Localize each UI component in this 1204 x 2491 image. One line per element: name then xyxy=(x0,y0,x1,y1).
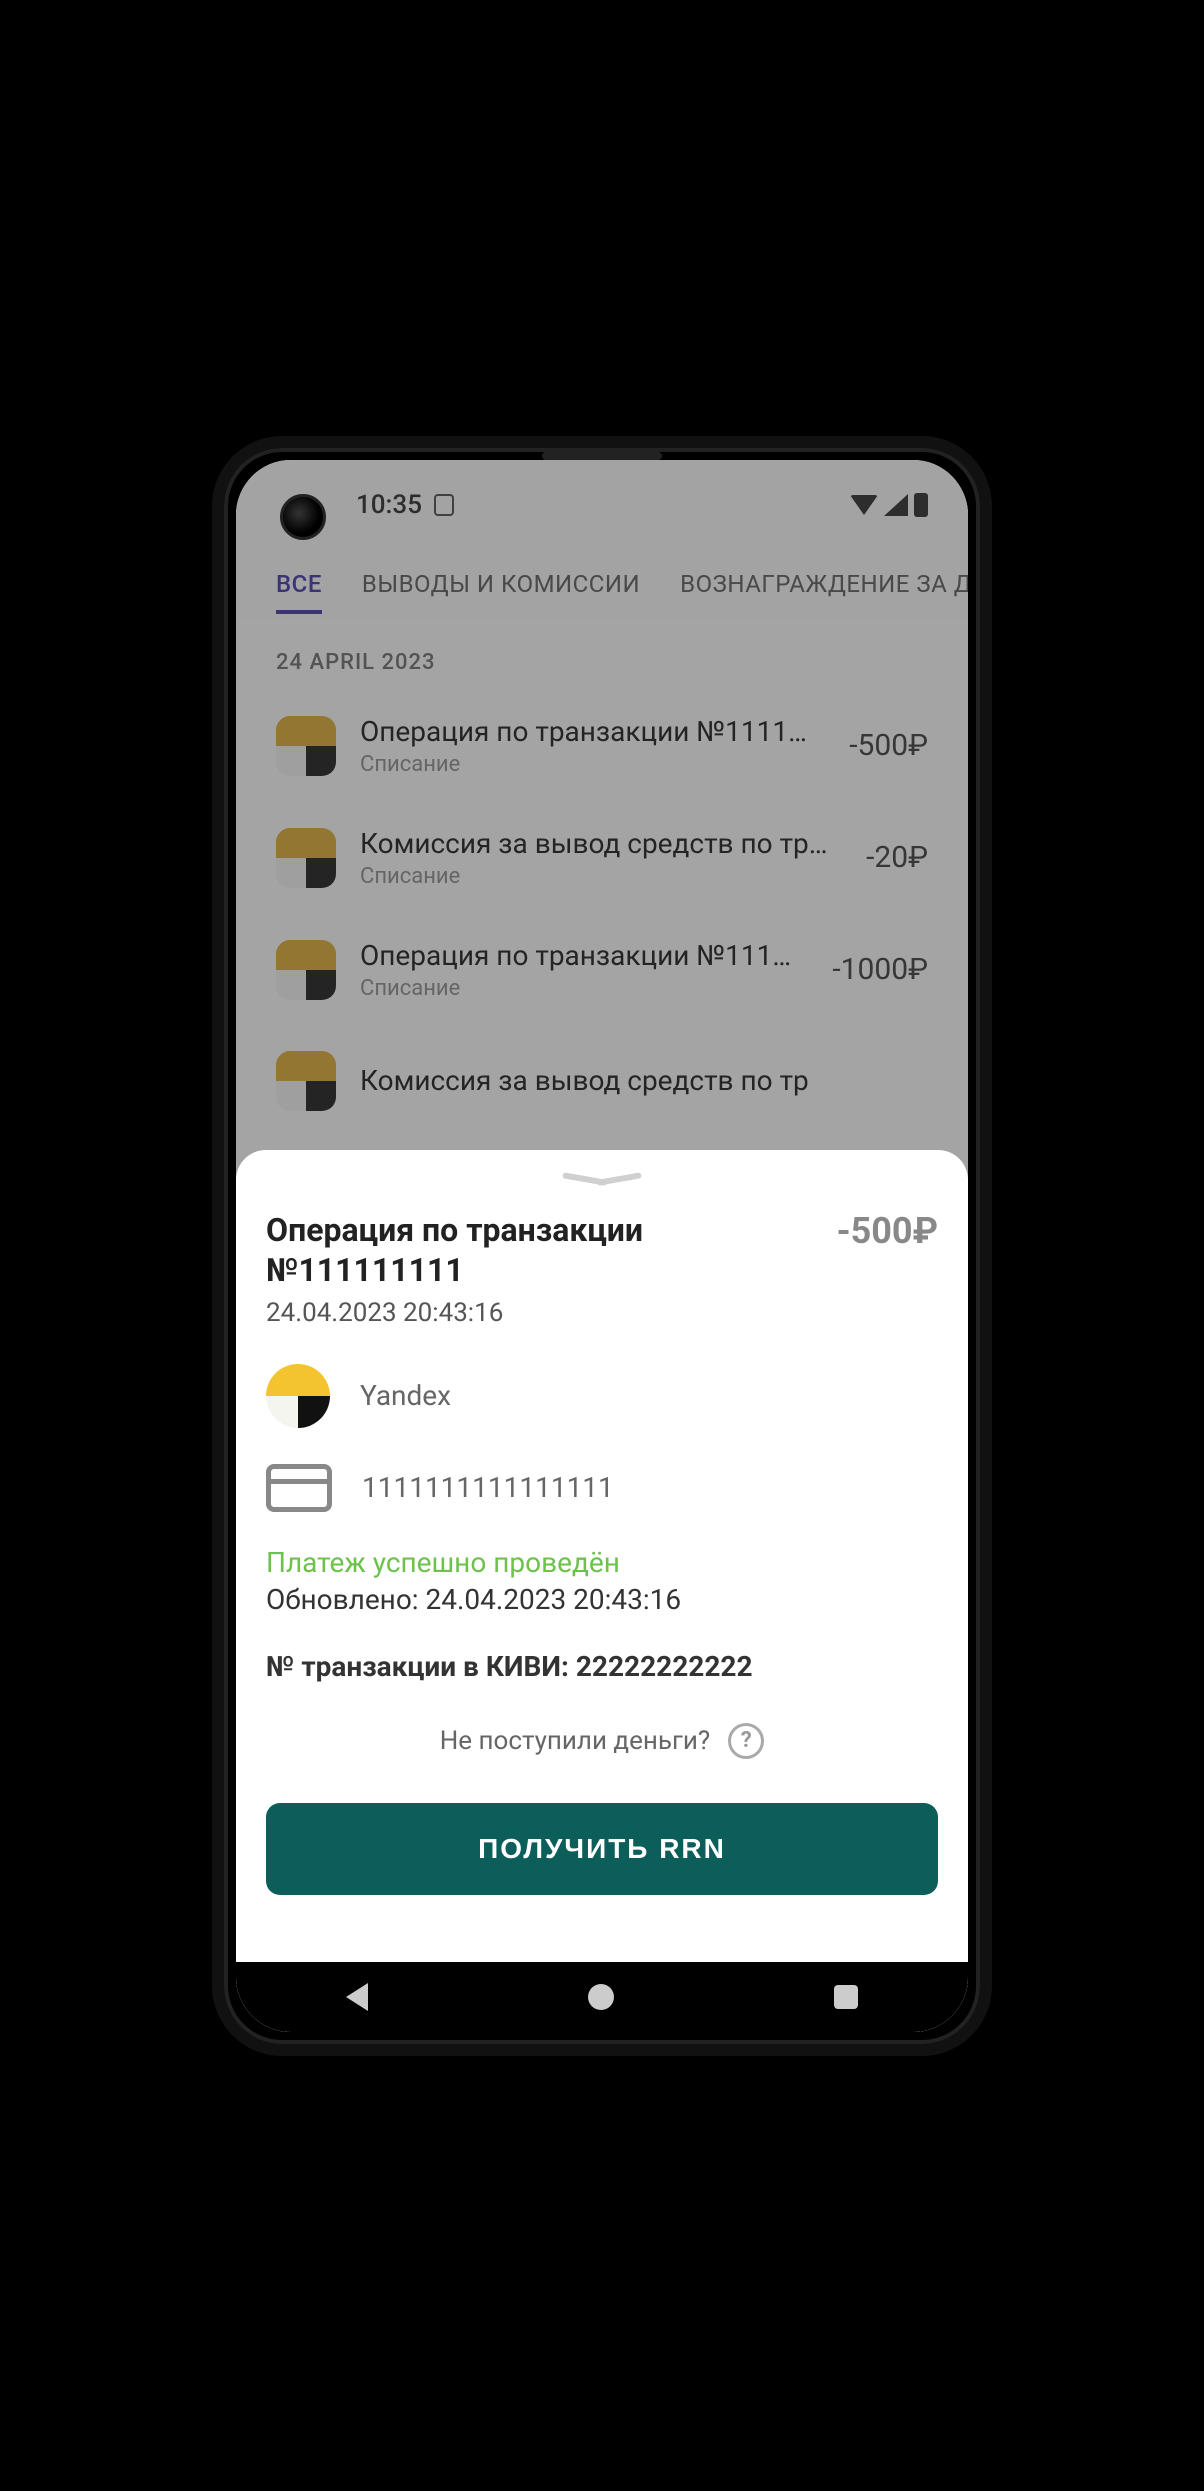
help-row[interactable]: Не поступили деньги? ? xyxy=(266,1723,938,1759)
company-row: Yandex xyxy=(266,1364,938,1428)
payment-status: Платеж успешно проведён xyxy=(266,1546,938,1579)
company-name: Yandex xyxy=(360,1379,451,1412)
android-navbar xyxy=(236,1962,968,2032)
qiwi-label: № транзакции в КИВИ: xyxy=(266,1650,569,1683)
help-icon[interactable]: ? xyxy=(728,1723,764,1759)
phone-camera xyxy=(280,494,326,540)
get-rrn-button[interactable]: ПОЛУЧИТЬ RRN xyxy=(266,1803,938,1895)
qiwi-transaction: № транзакции в КИВИ: 22222222222 xyxy=(266,1650,938,1683)
card-number: 1111111111111111 xyxy=(362,1471,614,1504)
sheet-title: Операция по транзакции №111111111 xyxy=(266,1210,816,1290)
nav-home-button[interactable] xyxy=(588,1984,614,2010)
bottom-sheet: Операция по транзакции №111111111 -500₽ … xyxy=(236,1150,968,1962)
nav-back-button[interactable] xyxy=(346,1983,368,2011)
yandex-icon xyxy=(266,1364,330,1428)
help-text: Не поступили деньги? xyxy=(440,1726,710,1756)
screen: 10:35 ВСЕ ВЫВОДЫ И КОМИССИИ ВОЗНАГРАЖДЕН… xyxy=(236,460,968,2032)
card-row: 1111111111111111 xyxy=(266,1464,938,1512)
nav-recent-button[interactable] xyxy=(834,1985,858,2009)
sheet-grabber[interactable] xyxy=(562,1180,642,1190)
updated-text: Обновлено: 24.04.2023 20:43:16 xyxy=(266,1583,938,1616)
qiwi-value: 22222222222 xyxy=(576,1650,753,1683)
card-icon xyxy=(266,1464,332,1512)
phone-frame: 10:35 ВСЕ ВЫВОДЫ И КОМИССИИ ВОЗНАГРАЖДЕН… xyxy=(212,436,992,2056)
sheet-datetime: 24.04.2023 20:43:16 xyxy=(266,1298,938,1328)
sheet-amount: -500₽ xyxy=(836,1210,938,1252)
phone-speaker xyxy=(542,452,662,460)
